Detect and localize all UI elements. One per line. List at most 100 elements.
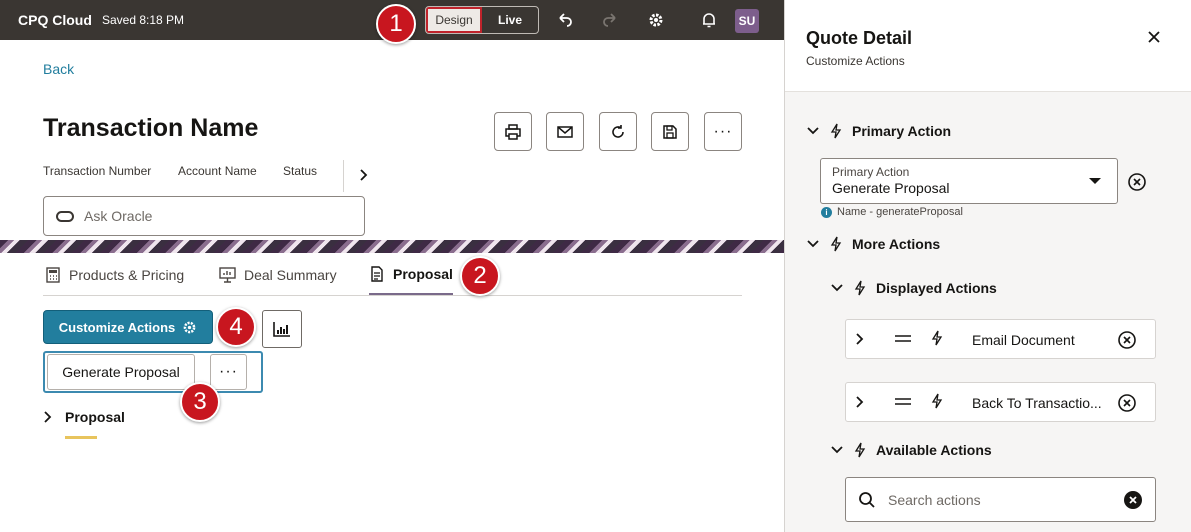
clear-search-icon[interactable] (1123, 490, 1143, 510)
more-actions-button[interactable]: ··· (704, 112, 742, 151)
ellipsis-icon: ··· (713, 122, 733, 140)
analytics-button[interactable] (262, 310, 302, 348)
document-icon (371, 265, 383, 282)
customize-actions-label: Customize Actions (58, 319, 176, 335)
chevron-right-icon (44, 411, 52, 423)
ellipsis-icon: ··· (219, 363, 238, 380)
tab-label: Proposal (393, 265, 453, 282)
refresh-button[interactable] (599, 112, 637, 151)
remove-icon[interactable] (1117, 330, 1137, 350)
presentation-icon (219, 266, 236, 283)
chevron-right-icon[interactable] (854, 393, 866, 411)
transaction-number-label: Transaction Number (43, 164, 152, 178)
select-value: Generate Proposal (832, 180, 950, 196)
print-icon (505, 123, 521, 140)
calculator-icon (46, 266, 60, 283)
lightning-icon (931, 393, 943, 409)
tab-bar: Products & Pricing Deal Summary Proposal (43, 254, 742, 296)
proposal-section-label: Proposal (65, 409, 125, 425)
lightning-icon (854, 442, 866, 458)
callout-badge-4: 4 (216, 307, 256, 347)
section-underline (65, 436, 97, 439)
more-actions-header: More Actions (852, 236, 941, 252)
callout-badge-3: 3 (180, 382, 220, 422)
available-actions-section[interactable]: Available Actions (830, 442, 992, 458)
tab-label: Products & Pricing (69, 266, 185, 283)
action-label: Back To Transactio... (972, 395, 1102, 411)
tab-deal-summary[interactable]: Deal Summary (219, 254, 337, 295)
back-link[interactable]: Back (43, 61, 74, 77)
tab-products-pricing[interactable]: Products & Pricing (45, 254, 184, 295)
clear-primary-action-icon[interactable] (1127, 172, 1147, 197)
settings-gear-icon[interactable] (646, 10, 666, 30)
undo-icon[interactable] (555, 10, 575, 30)
panel-title: Quote Detail (806, 28, 913, 48)
available-actions-header: Available Actions (876, 442, 992, 458)
info-icon: i (821, 206, 832, 218)
select-label: Primary Action (832, 165, 910, 179)
more-actions-section[interactable]: More Actions (806, 236, 940, 252)
panel-header: Quote Detail Customize Actions (785, 0, 1191, 92)
page-title: Transaction Name (43, 114, 259, 142)
chevron-right-icon[interactable] (854, 330, 866, 348)
panel-subtitle: Customize Actions (806, 54, 905, 68)
refresh-icon (612, 124, 624, 138)
primary-action-select[interactable]: Primary Action Generate Proposal (820, 158, 1118, 204)
help-text: Name - generateProposal (837, 206, 963, 218)
user-avatar[interactable]: SU (735, 9, 759, 33)
displayed-actions-header: Displayed Actions (876, 280, 997, 296)
account-name-label: Account Name (178, 164, 257, 178)
chevron-down-icon (807, 240, 819, 248)
displayed-actions-section[interactable]: Displayed Actions (830, 280, 997, 296)
ask-oracle-input[interactable]: Ask Oracle (43, 196, 365, 236)
redo-icon[interactable] (600, 10, 620, 30)
close-icon[interactable] (1147, 28, 1161, 49)
lightning-icon (830, 236, 842, 252)
primary-action-section[interactable]: Primary Action (806, 123, 951, 139)
search-icon (859, 491, 875, 508)
displayed-action-email-document[interactable]: Email Document (845, 319, 1156, 359)
design-live-toggle: Design Live (425, 6, 539, 34)
save-button[interactable] (651, 112, 689, 151)
generate-proposal-button[interactable]: Generate Proposal (47, 354, 195, 390)
drag-handle-icon[interactable] (894, 333, 912, 345)
action-label: Email Document (972, 332, 1075, 348)
meta-divider (343, 160, 344, 192)
save-icon (663, 124, 677, 139)
search-placeholder: Search actions (888, 491, 981, 508)
more-options-button[interactable]: ··· (210, 354, 247, 390)
lightning-icon (854, 280, 866, 296)
remove-icon[interactable] (1117, 393, 1137, 413)
status-label: Status (283, 164, 318, 178)
customize-actions-button[interactable]: Customize Actions (43, 310, 213, 344)
print-button[interactable] (494, 112, 532, 151)
drag-handle-icon[interactable] (894, 396, 912, 408)
action-button-group: Generate Proposal ··· (43, 351, 263, 393)
lightning-icon (931, 330, 943, 346)
search-actions-input[interactable]: Search actions (845, 477, 1156, 522)
chevron-down-icon (807, 127, 819, 135)
oracle-logo-icon (56, 210, 74, 222)
design-mode-button[interactable]: Design (426, 7, 482, 33)
gear-icon (183, 321, 196, 333)
live-mode-button[interactable]: Live (482, 7, 538, 33)
bar-chart-icon (273, 322, 290, 337)
decorative-banner (0, 240, 784, 253)
tab-proposal[interactable]: Proposal (369, 254, 453, 295)
app-brand: CPQ Cloud (18, 12, 92, 28)
lightning-icon (830, 123, 842, 139)
tab-label: Deal Summary (244, 266, 337, 283)
email-button[interactable] (546, 112, 584, 151)
quote-detail-panel: Quote Detail Customize Actions Primary A… (785, 0, 1191, 532)
notification-bell-icon[interactable] (699, 10, 719, 30)
displayed-action-back-to-transaction[interactable]: Back To Transactio... (845, 382, 1156, 422)
dropdown-caret-icon (1089, 178, 1101, 184)
callout-badge-1: 1 (376, 4, 416, 44)
primary-action-help: i Name - generateProposal (821, 206, 963, 218)
chevron-right-icon[interactable] (358, 168, 370, 187)
proposal-section-toggle[interactable]: Proposal (43, 409, 125, 425)
chevron-down-icon (831, 446, 843, 454)
mail-icon (557, 125, 573, 138)
main-area: CPQ Cloud Saved 8:18 PM Design Live SU B… (0, 0, 785, 532)
saved-status: Saved 8:18 PM (102, 13, 185, 27)
